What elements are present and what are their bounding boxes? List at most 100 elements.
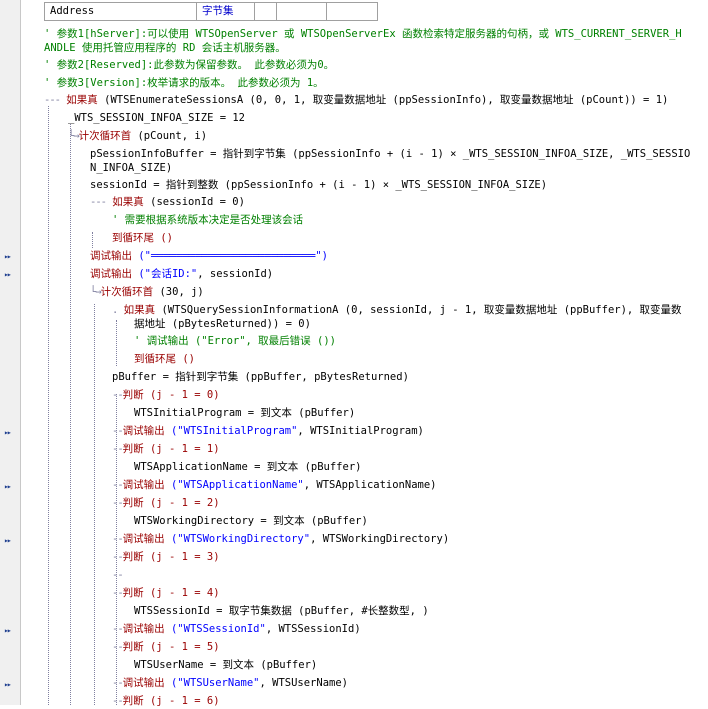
code-line-debug[interactable]: --调试输出 ("WTSWorkingDirectory", WTSWorkin…	[112, 531, 449, 547]
code-line-judge[interactable]: --判断 (j - 1 = 6)	[112, 693, 220, 709]
collapse-dash-icon[interactable]: --	[112, 677, 124, 689]
code-text: (WTSQuerySessionInformationA (0, session…	[155, 304, 682, 316]
collapse-dash-icon[interactable]: ---	[44, 94, 61, 106]
code-line-judge[interactable]: --判断 (j - 1 = 5)	[112, 639, 220, 655]
code-line-debug[interactable]: --调试输出 ("WTSSessionId", WTSSessionId)	[112, 621, 361, 637]
collapse-dash-icon[interactable]: --	[112, 623, 124, 635]
block-guide	[94, 304, 95, 705]
string-literal: ("WTSUserName"	[164, 677, 260, 689]
variable-attr-cell[interactable]	[255, 3, 277, 20]
code-line-debug[interactable]: --调试输出 ("WTSUserName", WTSUserName)	[112, 675, 348, 691]
keyword: 判断 (j - 1 = 1)	[122, 443, 220, 455]
keyword: 如果真	[112, 196, 144, 208]
code-text: (WTSEnumerateSessionsA (0, 0, 1, 取变量数据地址…	[97, 94, 669, 106]
breakpoint-marker-icon[interactable]: ▸▸	[4, 270, 12, 279]
breakpoint-marker-icon[interactable]: ▸▸	[4, 252, 12, 261]
code-line-if[interactable]: --- 如果真 (sessionId = 0)	[90, 194, 245, 210]
breakpoint-marker-icon[interactable]: ▸▸	[4, 482, 12, 491]
block-guide	[70, 124, 71, 705]
string-literal: ("会话ID:"	[132, 268, 198, 280]
breakpoint-marker-icon[interactable]: ▸▸	[4, 536, 12, 545]
code-line-judge[interactable]: --判断 (j - 1 = 1)	[112, 441, 220, 457]
collapse-arrow-icon[interactable]: └→	[68, 130, 80, 142]
keyword: 调试输出	[90, 250, 132, 262]
comment-line[interactable]: ' 参数2[Reserved]:此参数为保留参数。 此参数必须为0。	[44, 57, 334, 73]
string-literal: ("WTSApplicationName"	[164, 479, 304, 491]
code-line-loop[interactable]: └→计次循环首 (30, j)	[90, 284, 204, 300]
code-text: (30, j)	[153, 286, 204, 298]
comment-line[interactable]: ANDLE 使用托管应用程序的 RD 会话主机服务器。	[44, 40, 286, 56]
collapse-dash-icon[interactable]: --	[112, 569, 124, 581]
code-line[interactable]: pSessionInfoBuffer = 指针到字节集 (ppSessionIn…	[90, 146, 690, 162]
code-line-judge[interactable]: --判断 (j - 1 = 4)	[112, 585, 220, 601]
code-line[interactable]: WTSApplicationName = 到文本 (pBuffer)	[134, 459, 361, 475]
collapse-dash-icon[interactable]: ---	[90, 196, 107, 208]
breakpoint-marker-icon[interactable]: ▸▸	[4, 680, 12, 689]
code-line-if[interactable]: --- 如果真 (WTSEnumerateSessionsA (0, 0, 1,…	[44, 92, 668, 108]
collapse-dash-icon[interactable]: --	[112, 641, 124, 653]
breakpoint-marker-icon[interactable]: ▸▸	[4, 428, 12, 437]
keyword: 判断 (j - 1 = 0)	[122, 389, 220, 401]
code-line-debug[interactable]: 调试输出 ("会话ID:", sessionId)	[90, 266, 273, 282]
code-text: , sessionId)	[197, 268, 274, 280]
code-line-debug[interactable]: --调试输出 ("WTSApplicationName", WTSApplica…	[112, 477, 437, 493]
collapse-dash-icon[interactable]: --	[112, 695, 124, 707]
comment-line[interactable]: ' 需要根据系统版本决定是否处理该会话	[112, 212, 303, 228]
code-text: (pCount, i)	[131, 130, 208, 142]
collapse-dash-icon[interactable]: --	[112, 551, 124, 563]
collapse-dash-icon[interactable]: --	[112, 479, 124, 491]
code-line[interactable]: WTSWorkingDirectory = 到文本 (pBuffer)	[134, 513, 368, 529]
breakpoint-marker-icon[interactable]: ▸▸	[4, 626, 12, 635]
code-line[interactable]: N_INFOA_SIZE)	[90, 160, 172, 176]
code-line-loop[interactable]: └→计次循环首 (pCount, i)	[68, 128, 207, 144]
block-guide	[116, 320, 117, 366]
code-line[interactable]: pBuffer = 指针到字节集 (ppBuffer, pBytesReturn…	[112, 369, 409, 385]
keyword: 调试输出	[122, 533, 165, 545]
comment-line[interactable]: ' 参数3[Version]:枚举请求的版本。 此参数必须为 1。	[44, 75, 324, 91]
keyword: 判断 (j - 1 = 2)	[122, 497, 220, 509]
variable-table-row: Address 字节集	[44, 2, 378, 21]
code-line[interactable]: sessionId = 指针到整数 (ppSessionInfo + (i - …	[90, 177, 547, 193]
keyword: 调试输出	[90, 268, 132, 280]
keyword: 如果真	[123, 304, 156, 316]
variable-attr-cell[interactable]	[277, 3, 327, 20]
code-line-judge[interactable]: --判断 (j - 1 = 2)	[112, 495, 220, 511]
code-line[interactable]: WTSUserName = 到文本 (pBuffer)	[134, 657, 317, 673]
keyword: 计次循环首	[78, 130, 132, 142]
collapse-dash-icon[interactable]: --	[112, 533, 124, 545]
collapse-dash-icon[interactable]: --	[112, 389, 124, 401]
keyword: 调试输出	[122, 677, 165, 689]
block-guide	[48, 106, 49, 705]
keyword: 如果真	[66, 94, 98, 106]
code-text: , WTSWorkingDirectory)	[310, 533, 450, 545]
variable-type-cell[interactable]: 字节集	[197, 3, 255, 20]
code-line[interactable]: 到循环尾 ()	[112, 230, 173, 246]
collapse-dash-icon[interactable]: --	[112, 443, 124, 455]
collapse-dash-icon[interactable]: --	[112, 587, 124, 599]
code-line[interactable]: WTSSessionId = 取字节集数据 (pBuffer, #长整数型, )	[134, 603, 429, 619]
string-literal: ("WTSWorkingDirectory"	[164, 533, 311, 545]
collapse-arrow-icon[interactable]: └→	[90, 286, 102, 298]
breakpoint-gutter[interactable]	[0, 0, 20, 705]
code-line[interactable]: 据地址 (pBytesReturned)) = 0)	[134, 316, 311, 332]
code-line-debug[interactable]: --调试输出 ("WTSInitialProgram", WTSInitialP…	[112, 423, 424, 439]
code-line-debug[interactable]: 调试输出 ("══════════════════════════")	[90, 248, 328, 264]
collapse-dash-icon[interactable]: --	[112, 497, 124, 509]
comment-line[interactable]: ' 调试输出 ("Error", 取最后错误 ())	[134, 333, 336, 349]
code-text: , WTSApplicationName)	[303, 479, 437, 491]
keyword: 调试输出	[122, 623, 165, 635]
empty-line[interactable]: --	[112, 567, 124, 583]
code-text: , WTSSessionId)	[265, 623, 361, 635]
keyword: 计次循环首	[100, 286, 154, 298]
code-line[interactable]: WTSInitialProgram = 到文本 (pBuffer)	[134, 405, 355, 421]
collapse-dash-icon[interactable]: .	[112, 304, 118, 316]
code-line[interactable]: _WTS_SESSION_INFOA_SIZE = 12	[68, 110, 245, 126]
collapse-dash-icon[interactable]: --	[112, 425, 124, 437]
code-line[interactable]: 到循环尾 ()	[134, 351, 195, 367]
code-line-judge[interactable]: --判断 (j - 1 = 0)	[112, 387, 220, 403]
variable-attr-cell[interactable]	[327, 3, 377, 20]
string-literal: ("WTSInitialProgram"	[164, 425, 298, 437]
keyword: 调试输出	[122, 479, 165, 491]
variable-name-cell[interactable]: Address	[45, 3, 197, 20]
code-line-judge[interactable]: --判断 (j - 1 = 3)	[112, 549, 220, 565]
